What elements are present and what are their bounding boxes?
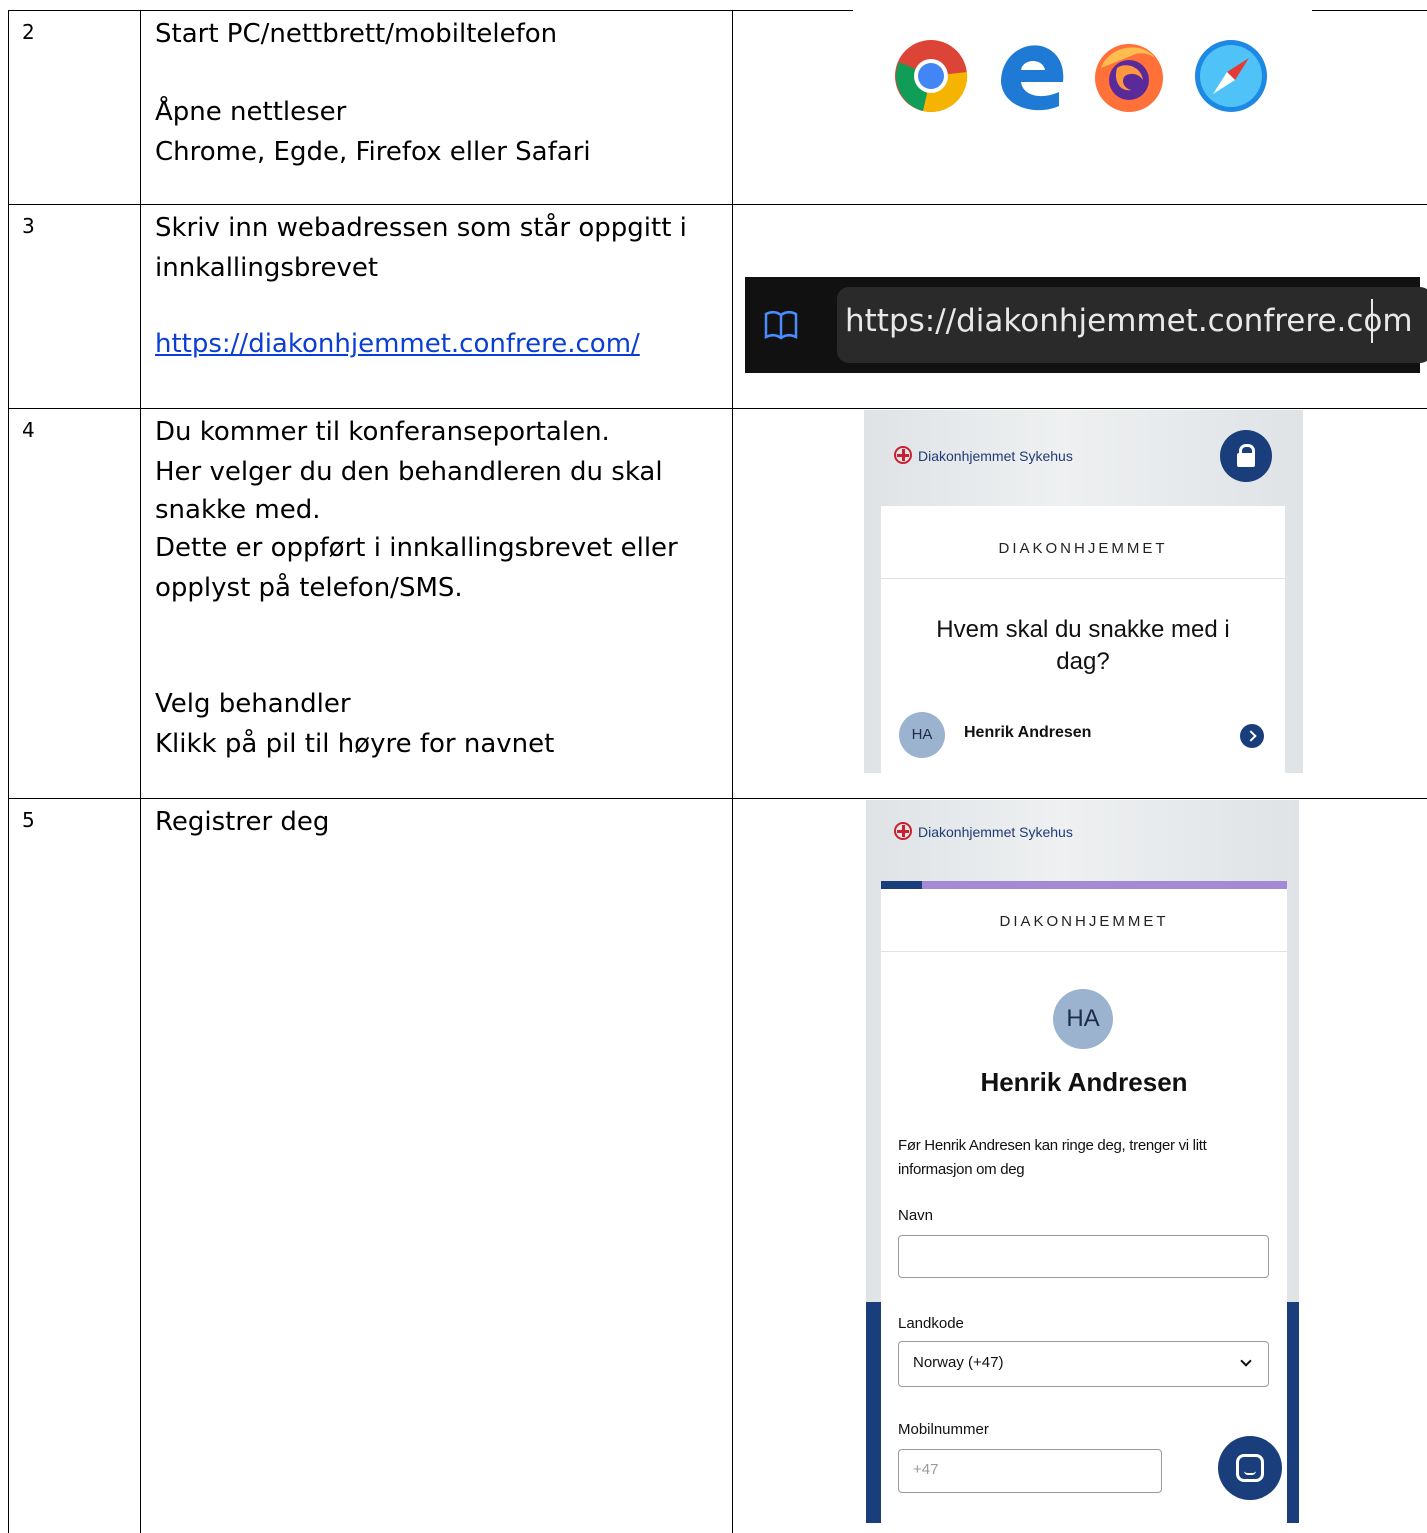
intro-text: Før Henrik Andresen kan ringe deg, treng…	[898, 1137, 1207, 1178]
step-link-wrapper: https://diakonhjemmet.confrere.com/	[155, 324, 640, 364]
divider	[881, 951, 1287, 952]
mobile-label: Mobilnummer	[898, 1421, 989, 1438]
table-border-top-right	[1312, 10, 1427, 11]
step-text: snakke med.	[155, 495, 321, 525]
table-row-divider-1	[8, 204, 1427, 205]
org-name: DIAKONHJEMMET	[999, 913, 1169, 930]
country-code-select[interactable]: Norway (+47)	[898, 1341, 1269, 1387]
table-row-divider-3	[8, 798, 1427, 799]
edge-icon[interactable]	[993, 38, 1069, 114]
step-text: innkallingsbrevet	[155, 253, 379, 283]
step-text: Her velger du den behandleren du skal	[155, 457, 663, 487]
step-text: Velg behandler	[155, 689, 351, 719]
table-border-left	[8, 10, 9, 1533]
step-text: Dette er oppført i innkallingsbrevet ell…	[155, 533, 678, 563]
divider	[881, 578, 1285, 579]
provider-avatar: HA	[1053, 989, 1113, 1049]
step-text: Skriv inn webadressen som står oppgitt i	[155, 213, 687, 243]
portal-screenshot: Diakonhjemmet Sykehus DIAKONHJEMMET Hvem…	[864, 410, 1303, 773]
table-col-divider-2	[732, 10, 733, 1533]
provider-avatar: HA	[899, 712, 945, 758]
country-code-label: Landkode	[898, 1315, 964, 1332]
table-border-top	[8, 10, 853, 11]
org-name: DIAKONHJEMMET	[998, 540, 1168, 557]
step-text: Du kommer til konferanseportalen.	[155, 417, 610, 447]
mobile-placeholder: +47	[913, 1461, 939, 1478]
provider-name[interactable]: Henrik Andresen	[964, 724, 1091, 742]
table-row-divider-2	[8, 408, 1427, 409]
provider-name: Henrik Andresen	[980, 1067, 1188, 1097]
step-number: 5	[22, 808, 35, 832]
hospital-cross-icon	[894, 822, 912, 840]
progress-bar	[881, 881, 1287, 889]
step-text: opplyst på telefon/SMS.	[155, 573, 463, 603]
portal-card: DIAKONHJEMMET Hvem skal du snakke med i …	[881, 506, 1285, 773]
text-caret	[1371, 299, 1373, 343]
browser-address-bar: https://diakonhjemmet.confrere.com	[745, 277, 1427, 373]
webaddress-link[interactable]: https://diakonhjemmet.confrere.com/	[155, 329, 640, 359]
brand-name: Diakonhjemmet Sykehus	[918, 824, 1073, 840]
registration-screenshot: Diakonhjemmet Sykehus DIAKONHJEMMET HA H…	[866, 800, 1299, 1523]
bookmarks-icon[interactable]	[763, 307, 799, 343]
step-text: Chrome, Egde, Firefox eller Safari	[155, 137, 591, 167]
chrome-icon[interactable]	[893, 38, 969, 114]
chevron-down-icon	[1240, 1355, 1252, 1367]
browser-icons	[893, 38, 1273, 118]
lock-icon[interactable]	[1220, 430, 1272, 482]
chevron-right-icon[interactable]	[1240, 724, 1264, 748]
step-text: Registrer deg	[155, 807, 330, 837]
step-text: Start PC/nettbrett/mobiltelefon	[155, 19, 558, 49]
chat-icon	[1236, 1454, 1264, 1482]
step-text: Åpne nettleser	[155, 97, 347, 127]
registration-card: DIAKONHJEMMET HA Henrik Andresen Før Hen…	[881, 889, 1287, 1523]
step-number: 4	[22, 418, 35, 442]
mobile-input[interactable]: +47	[898, 1449, 1162, 1493]
country-code-value: Norway (+47)	[913, 1354, 1004, 1371]
brand-name: Diakonhjemmet Sykehus	[918, 448, 1073, 464]
firefox-icon[interactable]	[1091, 38, 1167, 114]
brand-logo: Diakonhjemmet Sykehus	[894, 446, 1073, 464]
table-col-divider-1	[140, 10, 141, 1533]
name-label: Navn	[898, 1207, 934, 1224]
provider-question: Hvem skal du snakke med i dag?	[936, 616, 1230, 675]
step-text: Klikk på pil til høyre for navnet	[155, 729, 555, 759]
hospital-cross-icon	[894, 446, 912, 464]
url-text: https://diakonhjemmet.confrere.com	[845, 303, 1413, 339]
name-input[interactable]	[898, 1235, 1269, 1278]
brand-logo: Diakonhjemmet Sykehus	[894, 822, 1073, 840]
chat-button[interactable]	[1218, 1436, 1282, 1500]
progress-bar-fill	[881, 881, 922, 889]
step-number: 2	[22, 20, 35, 44]
safari-icon[interactable]	[1193, 38, 1269, 114]
step-number: 3	[22, 214, 35, 238]
